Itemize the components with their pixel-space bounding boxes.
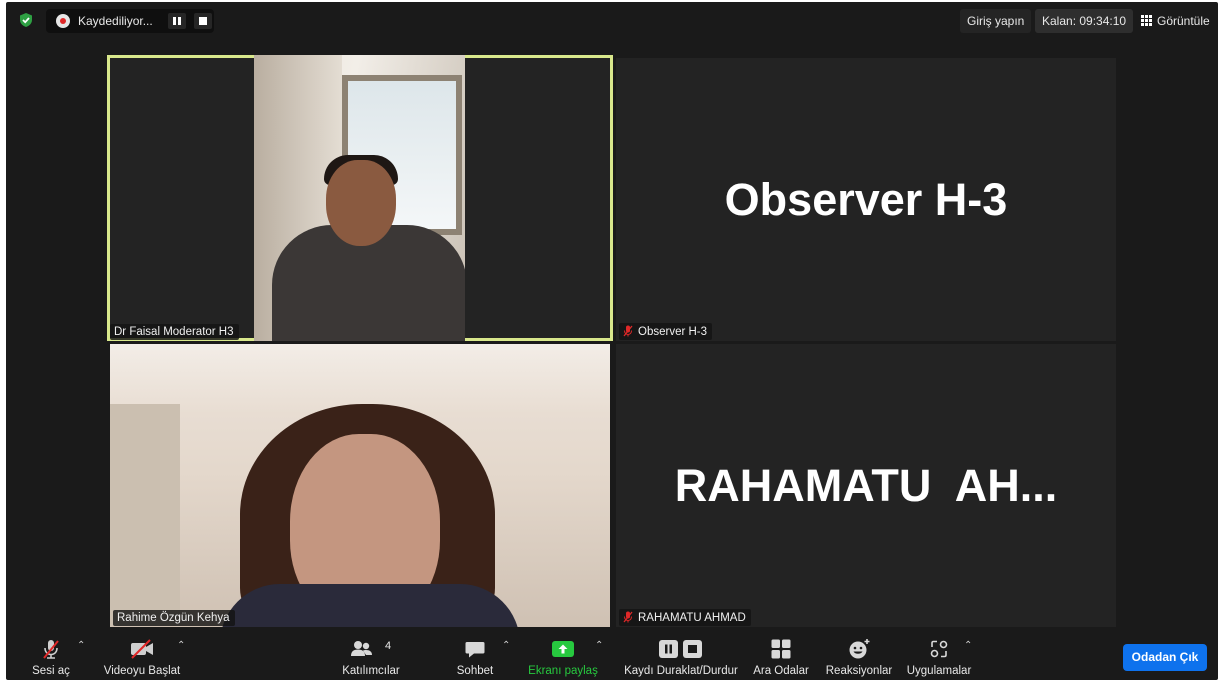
apps-button[interactable]: Uygulamalar — [906, 630, 972, 680]
remaining-time-badge: Kalan: 09:34:10 — [1035, 9, 1134, 33]
recording-indicator: Kaydediliyor... — [46, 9, 214, 33]
participant-name-tag: RAHAMATU AHMAD — [619, 609, 751, 626]
chat-bubble-icon — [465, 642, 485, 658]
muted-mic-icon — [623, 325, 633, 337]
security-shield-icon[interactable] — [18, 12, 34, 28]
chat-label: Sohbet — [456, 665, 494, 677]
leave-room-button[interactable]: Odadan Çık — [1123, 644, 1207, 671]
chat-button[interactable]: Sohbet — [450, 630, 500, 680]
audio-options-chevron-icon[interactable]: ⌃ — [77, 641, 87, 651]
share-screen-icon — [552, 641, 574, 657]
unmute-button[interactable]: Sesi aç — [24, 630, 78, 680]
recording-label: Kaydediliyor... — [78, 14, 153, 28]
view-button[interactable]: Görüntüle — [1134, 9, 1217, 33]
pause-stop-recording-icon — [659, 640, 702, 658]
top-bar: Kaydediliyor... Giriş yapın Kalan: 09:34… — [6, 2, 1218, 38]
participants-label: Katılımcılar — [342, 665, 400, 677]
pause-stop-recording-label: Kaydı Duraklat/Durdur — [624, 665, 738, 677]
meeting-window: Kaydediliyor... Giriş yapın Kalan: 09:34… — [6, 2, 1218, 680]
participant-display-name: RAHAMATU AH... — [674, 459, 1058, 511]
signin-button[interactable]: Giriş yapın — [960, 9, 1032, 33]
meeting-toolbar: Sesi aç ⌃ Videoyu Başlat ⌃ 4 Katılımcıla… — [6, 630, 1218, 680]
participant-name-tag: Rahime Özgün Kehya — [113, 610, 235, 626]
breakout-rooms-label: Ara Odalar — [753, 665, 809, 677]
video-camera-off-icon — [131, 639, 153, 659]
stop-recording-icon[interactable] — [194, 13, 212, 29]
participant-name: RAHAMATU AHMAD — [638, 612, 746, 624]
participant-name: Rahime Özgün Kehya — [117, 612, 230, 624]
participant-name-tag: Dr Faisal Moderator H3 — [110, 324, 239, 340]
breakout-rooms-icon — [771, 639, 791, 659]
muted-mic-icon — [623, 611, 633, 623]
breakout-rooms-button[interactable]: Ara Odalar — [751, 630, 811, 680]
participant-video — [110, 344, 610, 627]
participant-name: Dr Faisal Moderator H3 — [114, 326, 234, 338]
pause-recording-icon[interactable] — [168, 13, 186, 29]
start-video-button[interactable]: Videoyu Başlat — [100, 630, 184, 680]
share-options-chevron-icon[interactable]: ⌃ — [595, 641, 605, 651]
video-tile-faisal[interactable]: Dr Faisal Moderator H3 — [107, 55, 613, 341]
video-tile-observer[interactable]: Observer H-3 Observer H-3 — [616, 58, 1116, 341]
grid-view-icon — [1141, 15, 1152, 26]
participant-video — [254, 55, 465, 341]
chat-options-chevron-icon[interactable]: ⌃ — [502, 641, 512, 651]
participants-icon — [351, 641, 372, 656]
participants-count: 4 — [385, 640, 392, 652]
microphone-muted-icon — [43, 640, 59, 659]
participant-display-name: Observer H-3 — [724, 173, 1008, 225]
unmute-label: Sesi aç — [32, 665, 70, 677]
reactions-label: Reaksiyonlar — [825, 665, 893, 677]
share-screen-button[interactable]: Ekranı paylaş — [524, 630, 602, 680]
share-screen-label: Ekranı paylaş — [528, 665, 598, 677]
pause-stop-recording-button[interactable]: Kaydı Duraklat/Durdur — [612, 630, 750, 680]
video-tile-rahime[interactable]: Rahime Özgün Kehya — [110, 344, 610, 627]
reactions-smiley-icon — [849, 639, 870, 659]
participant-name: Observer H-3 — [638, 326, 708, 338]
participants-button[interactable]: 4 Katılımcılar — [338, 630, 404, 680]
video-tile-rahamatu[interactable]: RAHAMATU AH... RAHAMATU AHMAD — [616, 344, 1116, 627]
start-video-label: Videoyu Başlat — [103, 665, 181, 677]
view-button-label: Görüntüle — [1157, 14, 1210, 28]
participant-name-tag: Observer H-3 — [619, 323, 713, 340]
recording-dot-icon — [56, 14, 70, 28]
apps-options-chevron-icon[interactable]: ⌃ — [964, 641, 974, 651]
apps-icon — [930, 640, 948, 658]
video-options-chevron-icon[interactable]: ⌃ — [177, 641, 187, 651]
apps-label: Uygulamalar — [906, 665, 972, 677]
reactions-button[interactable]: Reaksiyonlar — [824, 630, 894, 680]
